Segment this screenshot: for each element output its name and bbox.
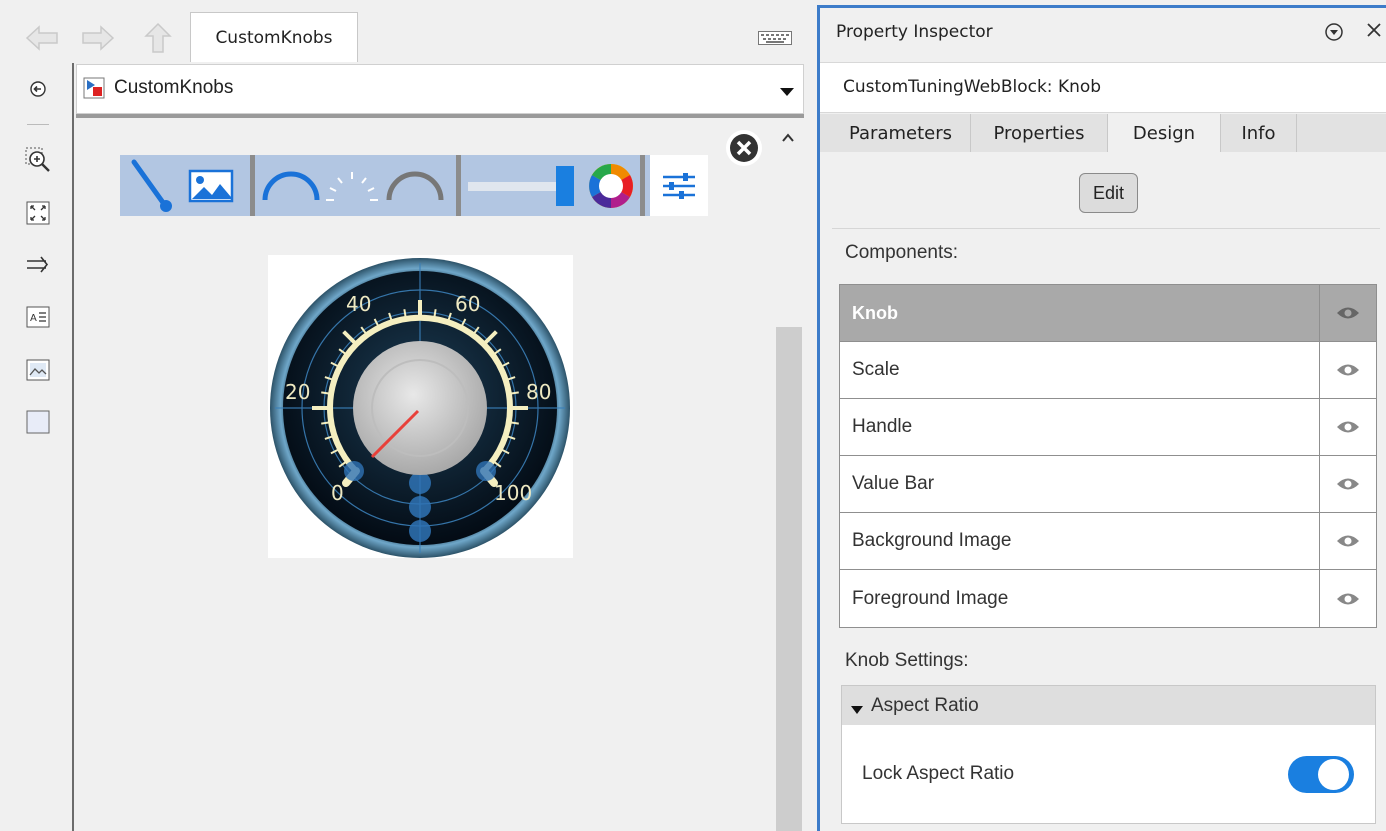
scroll-up-icon[interactable] [781, 128, 795, 147]
component-row-scale[interactable]: Scale [840, 342, 1376, 399]
tab-label: Properties [993, 122, 1085, 144]
close-icon[interactable] [1366, 22, 1382, 42]
toggle-knob[interactable] [1318, 759, 1349, 790]
toolbar-divider [27, 124, 49, 125]
component-row-background-image[interactable]: Background Image [840, 513, 1376, 570]
component-row-value-bar[interactable]: Value Bar [840, 456, 1376, 513]
left-toolbar [0, 63, 74, 831]
scale-label-40: 40 [346, 292, 371, 316]
toolbar-separator [640, 155, 645, 216]
aspect-ratio-title: Aspect Ratio [871, 695, 979, 716]
tab-design[interactable]: Design [1108, 114, 1221, 152]
image-icon[interactable] [186, 155, 236, 216]
arrow-connect-icon[interactable] [25, 252, 51, 278]
up-arrow-icon[interactable] [140, 22, 176, 54]
eye-icon[interactable] [1320, 456, 1376, 512]
tab-info[interactable]: Info [1221, 114, 1297, 152]
toolbar-separator [250, 155, 255, 216]
scale-ticks-icon[interactable] [320, 155, 384, 216]
components-label: Components: [845, 242, 959, 263]
svg-text:A: A [30, 313, 37, 324]
arc-icon[interactable] [258, 155, 324, 216]
area-icon[interactable] [25, 409, 51, 435]
model-icon [83, 77, 105, 103]
keyboard-icon[interactable] [758, 30, 792, 49]
back-icon[interactable] [25, 76, 51, 102]
knob-settings-label: Knob Settings: [845, 650, 969, 671]
component-row-knob[interactable]: Knob [840, 285, 1376, 342]
tab-properties[interactable]: Properties [971, 114, 1108, 152]
eye-icon[interactable] [1320, 285, 1376, 341]
tab-customknobs[interactable]: CustomKnobs [190, 12, 358, 62]
eye-icon[interactable] [1320, 399, 1376, 455]
fit-view-icon[interactable] [25, 200, 51, 226]
scale-label-60: 60 [455, 292, 480, 316]
block-name: CustomTuningWebBlock: Knob [843, 77, 1102, 97]
tab-label: Design [1132, 122, 1196, 144]
settings-icon[interactable] [650, 155, 708, 216]
scale-label-20: 20 [285, 380, 310, 404]
tab-label: CustomKnobs [215, 27, 333, 48]
lock-aspect-ratio-label: Lock Aspect Ratio [862, 763, 1015, 784]
component-name: Foreground Image [840, 570, 1320, 627]
component-row-handle[interactable]: Handle [840, 399, 1376, 456]
annotation-icon[interactable]: A [25, 304, 51, 330]
component-row-foreground-image[interactable]: Foreground Image [840, 570, 1376, 627]
eye-icon[interactable] [1320, 513, 1376, 569]
toolbar-separator [456, 155, 461, 216]
scrollbar-thumb[interactable] [776, 327, 802, 831]
component-name: Background Image [840, 513, 1320, 569]
section-divider [832, 228, 1380, 229]
canvas-top-border [76, 114, 804, 118]
tab-label: Parameters [848, 122, 953, 144]
back-arrow-icon[interactable] [24, 22, 60, 54]
eye-icon[interactable] [1320, 570, 1376, 627]
slider-icon[interactable] [466, 155, 578, 216]
knob-preview[interactable]: 0 20 40 60 80 100 [268, 255, 573, 558]
component-name: Scale [840, 342, 1320, 398]
forward-arrow-icon[interactable] [80, 22, 116, 54]
component-name: Knob [840, 285, 1320, 341]
close-circle-icon[interactable] [725, 129, 763, 171]
chevron-down-icon[interactable] [779, 82, 795, 101]
scale-label-100: 100 [494, 481, 532, 505]
top-navigation-bar [0, 0, 817, 63]
range-icon[interactable] [382, 155, 448, 216]
edit-button[interactable]: Edit [1079, 173, 1138, 213]
panel-menu-icon[interactable] [1324, 22, 1344, 46]
component-name: Value Bar [840, 456, 1320, 512]
component-name: Handle [840, 399, 1320, 455]
needle-icon[interactable] [128, 155, 178, 216]
color-wheel-icon[interactable] [586, 155, 636, 216]
model-path: CustomKnobs [114, 77, 234, 98]
image-icon[interactable] [25, 357, 51, 383]
zoom-in-icon[interactable] [25, 147, 51, 173]
panel-title: Property Inspector [836, 22, 993, 42]
tab-parameters[interactable]: Parameters [831, 114, 971, 152]
tab-label: Info [1241, 122, 1276, 144]
eye-icon[interactable] [1320, 342, 1376, 398]
scale-label-80: 80 [526, 380, 551, 404]
scale-label-0: 0 [331, 481, 344, 505]
caret-down-icon[interactable] [850, 700, 864, 719]
